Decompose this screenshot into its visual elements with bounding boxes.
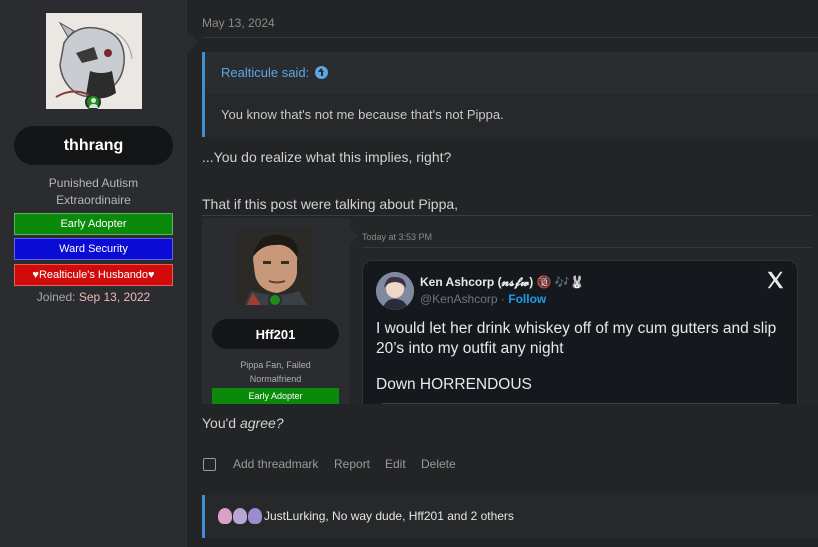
user-info-column: thhrang Punished Autism Extraordinaire E… bbox=[0, 0, 198, 547]
embedded-online-status-icon bbox=[268, 293, 282, 307]
add-threadmark-button[interactable]: Add threadmark bbox=[233, 457, 318, 471]
tweet-handle-row: @KenAshcorp · Follow bbox=[420, 292, 547, 306]
tweet-display-name[interactable]: Ken Ashcorp (𝓷𝓼𝓯𝔀) 🔞 🎶🐰 bbox=[420, 275, 585, 290]
post-text-line: You'd agree? bbox=[202, 415, 284, 431]
reaction-icon bbox=[248, 508, 262, 524]
quote-text: You know that's not me because that's no… bbox=[205, 94, 818, 137]
post-date[interactable]: May 13, 2024 bbox=[202, 16, 275, 30]
online-status-icon bbox=[85, 94, 101, 110]
x-logo-icon[interactable] bbox=[764, 269, 786, 291]
tweet-text-2: Down HORRENDOUS bbox=[376, 376, 532, 393]
divider bbox=[202, 37, 818, 38]
edit-button[interactable]: Edit bbox=[385, 457, 406, 471]
tweet-embed[interactable]: Ken Ashcorp (𝓷𝓼𝓯𝔀) 🔞 🎶🐰 @KenAshcorp · Fo… bbox=[362, 260, 798, 404]
embedded-user-title-line: Normalfriend bbox=[249, 374, 302, 384]
arrow-up-icon[interactable] bbox=[315, 66, 329, 79]
quote-block: Realticule said: You know that's not me … bbox=[202, 52, 818, 137]
username[interactable]: thhrang bbox=[14, 126, 173, 165]
tweet-media-frame[interactable] bbox=[376, 403, 786, 404]
banner-husbando: ♥Realticule's Husbando♥ bbox=[14, 264, 173, 286]
quote-author-link[interactable]: Realticule said: bbox=[221, 65, 329, 80]
quote-author[interactable]: Realticule said: bbox=[221, 65, 309, 80]
reaction-icon bbox=[218, 508, 232, 524]
embedded-user-column: Hff201 Pippa Fan, Failed Normalfriend Ea… bbox=[202, 218, 358, 404]
user-title-line: Punished Autism bbox=[48, 176, 139, 190]
report-button[interactable]: Report bbox=[334, 457, 370, 471]
post-text-line: ...You do realize what this implies, rig… bbox=[202, 149, 452, 165]
post-text-prefix: You'd bbox=[202, 415, 240, 431]
embedded-post-date[interactable]: Today at 3:53 PM bbox=[362, 232, 432, 242]
divider bbox=[202, 215, 812, 216]
user-title: Punished Autism Extraordinaire bbox=[14, 175, 173, 209]
post-text-line: That if this post were talking about Pip… bbox=[202, 196, 459, 212]
divider bbox=[362, 247, 812, 248]
reaction-icon bbox=[233, 508, 247, 524]
reactions-list[interactable]: JustLurking, No way dude, Hff201 and 2 o… bbox=[264, 509, 514, 523]
joined-label: Joined: bbox=[36, 290, 76, 304]
user-title-line: Extraordinaire bbox=[56, 193, 131, 207]
delete-button[interactable]: Delete bbox=[421, 457, 456, 471]
joined-date: Joined: Sep 13, 2022 bbox=[14, 290, 173, 304]
reactions-bar[interactable]: JustLurking, No way dude, Hff201 and 2 o… bbox=[202, 495, 818, 538]
embedded-banner-early-adopter: Early Adopter bbox=[212, 388, 339, 404]
embedded-user-title: Pippa Fan, Failed Normalfriend bbox=[212, 358, 339, 386]
select-post-checkbox[interactable] bbox=[203, 458, 216, 471]
banner-early-adopter: Early Adopter bbox=[14, 213, 173, 235]
tweet-follow-button[interactable]: Follow bbox=[508, 292, 546, 306]
embedded-username[interactable]: Hff201 bbox=[212, 319, 339, 349]
embedded-user-title-line: Pippa Fan, Failed bbox=[240, 360, 311, 370]
tweet-text: I would let her drink whiskey off of my … bbox=[376, 320, 777, 357]
banner-ward-security: Ward Security bbox=[14, 238, 173, 260]
tweet-avatar[interactable] bbox=[376, 272, 414, 310]
reaction-icons bbox=[218, 508, 262, 524]
joined-value: Sep 13, 2022 bbox=[78, 290, 151, 304]
tweet-handle[interactable]: @KenAshcorp bbox=[420, 292, 498, 306]
embedded-post: Hff201 Pippa Fan, Failed Normalfriend Ea… bbox=[202, 218, 818, 404]
post-text-emphasis: agree? bbox=[239, 415, 284, 431]
